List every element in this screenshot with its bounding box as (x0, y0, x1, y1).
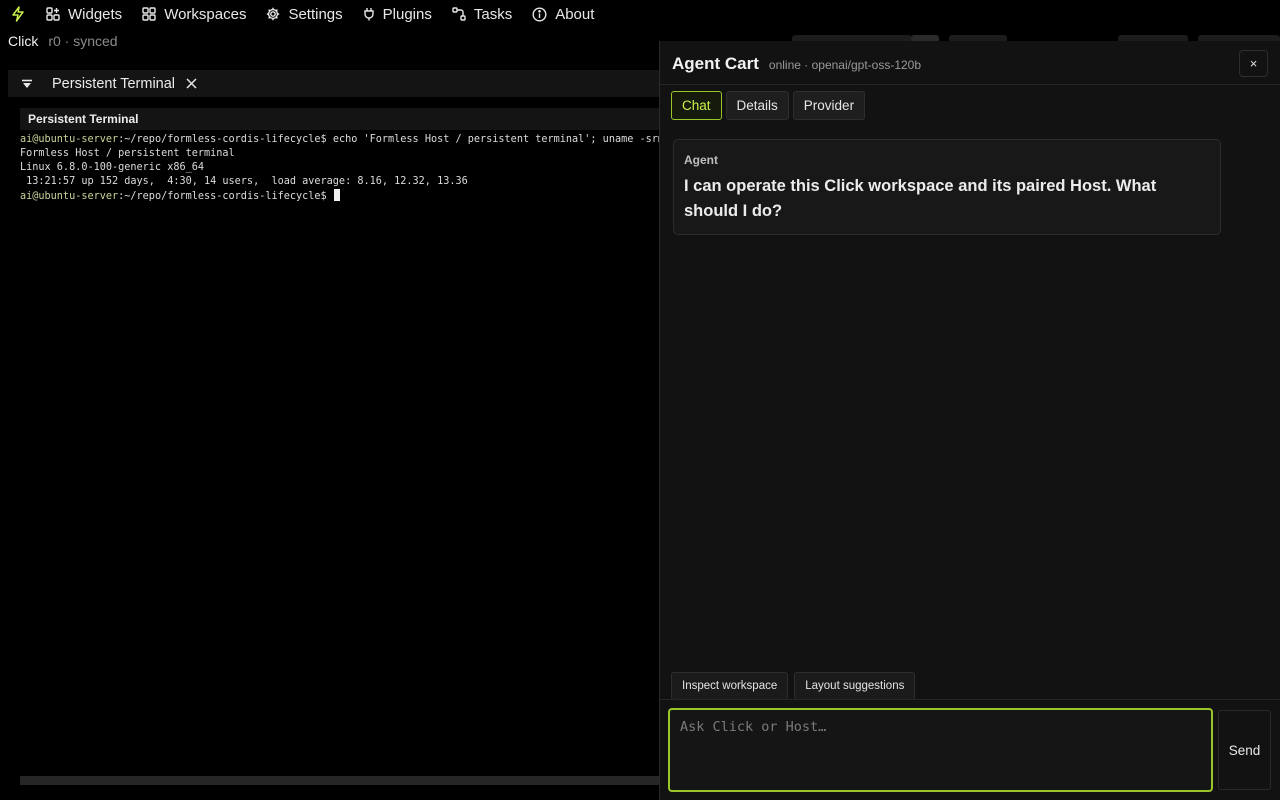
agent-title: Agent Cart (672, 54, 759, 73)
menu-about-label: About (555, 5, 595, 23)
agent-close-button[interactable]: × (1239, 50, 1268, 77)
menu-plugins[interactable]: Plugins (353, 0, 442, 28)
agent-tabs: Chat Details Provider (671, 91, 866, 120)
suggestion-chips: Inspect workspace Layout suggestions (671, 672, 916, 700)
inspect-workspace-button[interactable]: Inspect workspace (671, 672, 789, 700)
menu-widgets[interactable]: Widgets (36, 0, 132, 28)
terminal-title-bar: Persistent Terminal (20, 108, 670, 130)
lightning-icon[interactable] (0, 0, 36, 28)
gear-icon (266, 7, 280, 21)
prompt-user: ai@ubuntu-server (20, 191, 119, 202)
terminal-output[interactable]: ai@ubuntu-server:~/repo/formless-cordis-… (20, 133, 660, 204)
message-role: Agent (684, 153, 718, 167)
status-line: Click r0 · synced (8, 33, 118, 49)
app-name: Click (8, 33, 39, 49)
terminal-line: ai@ubuntu-server:~/repo/formless-cordis-… (20, 189, 660, 204)
agent-status: online · openai/gpt-oss-120b (768, 58, 922, 72)
menu-tasks[interactable]: Tasks (442, 0, 522, 28)
tab-details[interactable]: Details (725, 91, 789, 120)
message-text: I can operate this Click workspace and i… (684, 177, 1157, 220)
menu-workspaces-label: Workspaces (164, 5, 247, 23)
tasks-icon (452, 7, 466, 21)
agent-message: Agent I can operate this Click workspace… (673, 139, 1221, 235)
send-button[interactable]: Send (1218, 710, 1271, 790)
sync-status: r0 · synced (48, 33, 118, 49)
tab-chat[interactable]: Chat (671, 91, 722, 120)
prompt-user: ai@ubuntu-server (20, 134, 119, 145)
agent-cart-panel: Agent Cart online · openai/gpt-oss-120b … (659, 41, 1280, 800)
menu-workspaces[interactable]: Workspaces (132, 0, 256, 28)
prompt-path: :~/repo/formless-cordis-lifecycle$ (118, 191, 333, 202)
plug-icon (363, 7, 375, 21)
menu-plugins-label: Plugins (382, 5, 432, 23)
layout-suggestions-button[interactable]: Layout suggestions (794, 672, 916, 700)
terminal-line: ai@ubuntu-server:~/repo/formless-cordis-… (20, 133, 660, 147)
menu-settings[interactable]: Settings (256, 0, 352, 28)
menu-bar: Widgets Workspaces Settings Plugins Task… (0, 0, 1280, 28)
terminal-bar-title: Persistent Terminal (28, 112, 139, 126)
menu-settings-label: Settings (288, 5, 343, 23)
menu-about[interactable]: About (522, 0, 604, 28)
menu-tasks-label: Tasks (473, 5, 513, 23)
agent-header: Agent Cart online · openai/gpt-oss-120b (672, 54, 921, 74)
divider (660, 699, 1280, 700)
menu-widgets-label: Widgets (68, 5, 123, 23)
terminal-cursor (333, 189, 340, 201)
terminal-panel-header: Persistent Terminal (8, 70, 668, 97)
collapse-toggle-icon[interactable] (8, 70, 46, 97)
terminal-panel-title: Persistent Terminal (52, 75, 176, 92)
tab-provider[interactable]: Provider (792, 91, 866, 120)
chat-input[interactable] (668, 708, 1213, 792)
terminal-scrollbar[interactable] (20, 776, 660, 785)
terminal-command: echo 'Formless Host / persistent termina… (332, 134, 660, 145)
terminal-line: 13:21:57 up 152 days, 4:30, 14 users, lo… (20, 176, 468, 187)
grid-icon (142, 7, 156, 21)
terminal-line: Formless Host / persistent terminal (20, 148, 235, 159)
widgets-icon (46, 7, 60, 21)
prompt-path: :~/repo/formless-cordis-lifecycle$ (118, 134, 333, 145)
close-icon[interactable] (183, 76, 199, 92)
info-icon (532, 6, 547, 22)
divider (660, 84, 1280, 85)
terminal-line: Linux 6.8.0-100-generic x86_64 (20, 162, 205, 173)
